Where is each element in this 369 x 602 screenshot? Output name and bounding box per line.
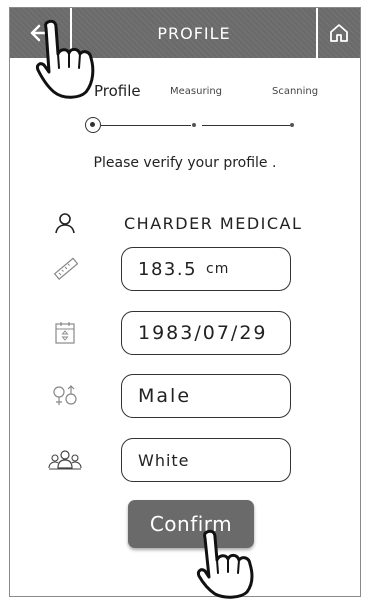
confirm-button[interactable]: Confirm (128, 500, 254, 548)
group-icon (48, 444, 82, 476)
step-measuring-label: Measuring (170, 86, 223, 97)
step-profile-label: Profile (94, 82, 141, 100)
step-scanning-label: Scanning (272, 86, 319, 97)
profile-name: CHARDER MEDICAL (124, 214, 303, 233)
height-field[interactable]: 183.5 cm (121, 247, 291, 291)
birthdate-field[interactable]: 1983/07/29 (121, 311, 291, 355)
progress-steps: Profile Measuring Scanning (10, 78, 360, 138)
gender-row: Male (10, 374, 360, 418)
ethnicity-field[interactable]: White (121, 438, 291, 482)
birthdate-row: 1983/07/29 (10, 311, 360, 355)
back-button[interactable] (10, 8, 72, 58)
height-value: 183.5 (138, 258, 198, 280)
home-button[interactable] (316, 8, 360, 58)
height-unit: cm (206, 261, 230, 277)
screen-frame: PROFILE Profile Measuring Scanning Pleas… (9, 7, 361, 597)
gender-value: Male (138, 385, 192, 407)
name-row: CHARDER MEDICAL (10, 201, 360, 245)
step-dot-scanning (290, 123, 294, 127)
gender-icon (48, 380, 82, 412)
arrow-left-icon (30, 24, 51, 42)
header-bar: PROFILE (10, 8, 360, 58)
step-line-1 (101, 125, 191, 126)
ethnicity-value: White (138, 450, 190, 470)
person-icon (48, 207, 82, 239)
step-line-2 (202, 125, 290, 126)
ruler-icon (48, 253, 82, 285)
birthdate-value: 1983/07/29 (138, 322, 268, 344)
instruction-text: Please verify your profile . (93, 155, 277, 171)
page-title: PROFILE (157, 23, 231, 43)
step-current-indicator (85, 117, 101, 133)
step-dot-measuring (192, 123, 196, 127)
calendar-icon (48, 317, 82, 349)
ethnicity-row: White (10, 438, 360, 482)
height-row: 183.5 cm (10, 247, 360, 291)
home-icon (330, 24, 348, 42)
gender-field[interactable]: Male (121, 374, 291, 418)
